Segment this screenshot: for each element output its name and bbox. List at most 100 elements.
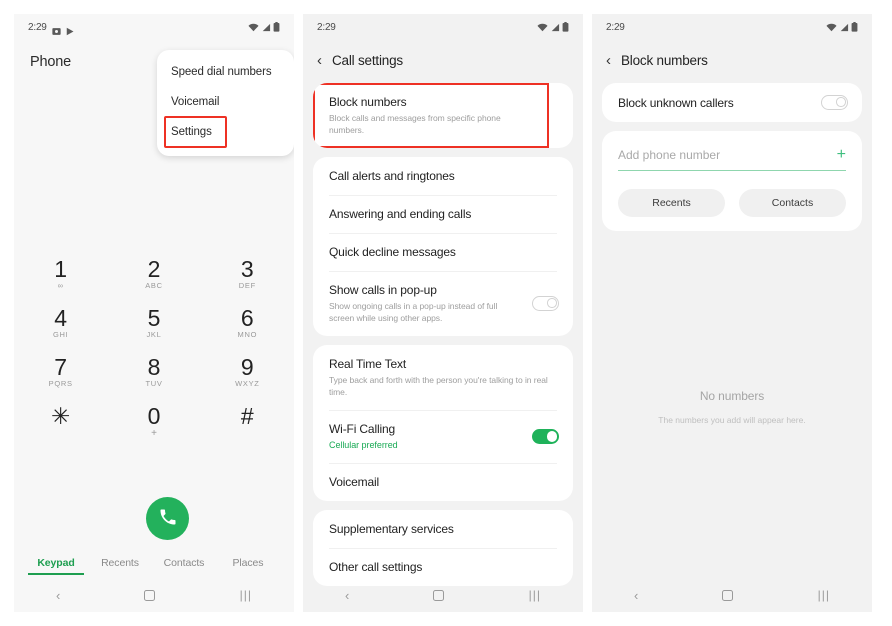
row-title: Voicemail: [329, 475, 380, 489]
status-bar-left: 2:29: [606, 22, 625, 33]
dialpad-key-6[interactable]: 6 MNO: [201, 301, 294, 344]
row-title: Block unknown callers: [618, 95, 734, 110]
back-arrow-icon[interactable]: ‹: [317, 53, 322, 68]
key-digit: 7: [54, 354, 68, 380]
row-text: Block unknown callers: [618, 96, 813, 110]
row-block-unknown-callers[interactable]: Block unknown callers: [602, 83, 862, 122]
row-wifi-calling[interactable]: Wi-Fi Calling Cellular preferred: [313, 410, 573, 463]
nav-home-button[interactable]: [144, 589, 156, 601]
row-show-calls-in-popup[interactable]: Show calls in pop-up Show ongoing calls …: [313, 271, 573, 336]
row-call-alerts-and-ringtones[interactable]: Call alerts and ringtones: [313, 157, 573, 195]
dialpad-key-7[interactable]: 7 PQRS: [14, 350, 107, 393]
status-bar-right: [826, 22, 858, 32]
row-voicemail[interactable]: Voicemail: [313, 463, 573, 501]
menu-item-settings[interactable]: Settings: [164, 116, 227, 148]
row-subtitle: Show ongoing calls in a pop-up instead o…: [329, 301, 498, 323]
dialpad-key-5[interactable]: 5 JKL: [107, 301, 200, 344]
add-phone-number-input[interactable]: [618, 148, 829, 162]
back-arrow-icon[interactable]: ‹: [606, 53, 611, 68]
contacts-pill-button[interactable]: Contacts: [739, 189, 846, 217]
add-number-field: +: [618, 147, 846, 171]
row-title: Supplementary services: [329, 522, 454, 536]
dialpad-key-9[interactable]: 9 WXYZ: [201, 350, 294, 393]
row-answering-and-ending-calls[interactable]: Answering and ending calls: [313, 195, 573, 233]
dialpad-key-hash[interactable]: #: [201, 399, 294, 442]
status-clock: 2:29: [317, 21, 336, 33]
screenshot-icon: [52, 23, 61, 35]
row-text: Quick decline messages: [329, 245, 559, 259]
plus-icon[interactable]: +: [837, 147, 846, 163]
battery-icon: [562, 22, 569, 32]
wifi-icon: [537, 23, 548, 32]
nav-back-button[interactable]: ‹: [345, 589, 349, 602]
row-title: Show calls in pop-up: [329, 283, 437, 297]
settings-group-block: Block numbers Block calls and messages f…: [313, 83, 573, 148]
block-unknown-card: Block unknown callers: [602, 83, 862, 122]
dialpad-key-0[interactable]: 0 +: [107, 399, 200, 442]
overflow-menu: Speed dial numbers Voicemail Settings: [157, 50, 294, 156]
row-block-numbers[interactable]: Block numbers Block calls and messages f…: [313, 83, 549, 148]
row-text: Show calls in pop-up Show ongoing calls …: [329, 283, 524, 324]
nav-recents-button[interactable]: |||: [240, 589, 252, 601]
menu-item-speed-dial[interactable]: Speed dial numbers: [157, 57, 294, 87]
status-bar-right: [248, 22, 280, 32]
row-title: Answering and ending calls: [329, 207, 472, 221]
tab-contacts[interactable]: Contacts: [152, 557, 216, 573]
key-subtext: JKL: [146, 330, 162, 339]
toggle-show-calls-in-popup[interactable]: [532, 296, 559, 311]
row-quick-decline-messages[interactable]: Quick decline messages: [313, 233, 573, 271]
key-subtext: TUV: [145, 379, 163, 388]
row-title: Call alerts and ringtones: [329, 169, 455, 183]
menu-item-voicemail[interactable]: Voicemail: [157, 87, 294, 117]
key-subtext: [14, 428, 107, 438]
tab-keypad[interactable]: Keypad: [28, 557, 84, 575]
key-subtext: GHI: [52, 330, 69, 339]
system-nav-bar: ‹ |||: [303, 578, 583, 612]
call-button[interactable]: [146, 497, 189, 540]
dialpad-key-3[interactable]: 3 DEF: [201, 252, 294, 295]
key-subtext: DEF: [238, 281, 256, 290]
status-bar: 2:29: [303, 14, 583, 40]
signal-icon: [261, 23, 271, 32]
dialpad-key-2[interactable]: 2 ABC: [107, 252, 200, 295]
toggle-wifi-calling[interactable]: [532, 429, 559, 444]
dialpad-key-star[interactable]: ✳: [14, 399, 107, 442]
nav-back-button[interactable]: ‹: [56, 589, 60, 602]
toggle-block-unknown-callers[interactable]: [821, 95, 848, 110]
row-supplementary-services[interactable]: Supplementary services: [313, 510, 573, 548]
dialpad-key-1[interactable]: 1 ∞: [14, 252, 107, 295]
key-digit: ✳: [51, 403, 71, 429]
nav-home-button[interactable]: [722, 589, 734, 601]
dialpad-key-4[interactable]: 4 GHI: [14, 301, 107, 344]
nav-recents-button[interactable]: |||: [818, 589, 830, 601]
nav-back-button[interactable]: ‹: [634, 589, 638, 602]
key-digit: 6: [240, 305, 254, 331]
tab-places[interactable]: Places: [216, 557, 280, 573]
row-title: Real Time Text: [329, 357, 407, 371]
status-bar-left: 2:29: [317, 22, 336, 33]
row-title: Block numbers: [329, 95, 407, 109]
page-title: Call settings: [332, 53, 403, 68]
tab-recents[interactable]: Recents: [88, 557, 152, 573]
recents-pill-button[interactable]: Recents: [618, 189, 725, 217]
row-text: Block numbers Block calls and messages f…: [329, 95, 535, 136]
nav-home-button[interactable]: [433, 589, 445, 601]
dialpad-key-8[interactable]: 8 TUV: [107, 350, 200, 393]
key-digit: 2: [147, 256, 161, 282]
battery-icon: [851, 22, 858, 32]
empty-state-subtitle: The numbers you add will appear here.: [658, 415, 806, 425]
system-nav-bar: ‹ |||: [14, 578, 294, 612]
key-digit: 3: [240, 256, 254, 282]
empty-state-title: No numbers: [699, 389, 765, 403]
block-numbers-panel: 2:29 ‹ Block numbers Block unknown calle…: [592, 14, 872, 612]
row-text: Real Time Text Type back and forth with …: [329, 357, 559, 398]
row-subtitle: Cellular preferred: [329, 440, 398, 450]
wifi-icon: [248, 23, 259, 32]
nav-recents-button[interactable]: |||: [529, 589, 541, 601]
row-real-time-text[interactable]: Real Time Text Type back and forth with …: [313, 345, 573, 410]
key-digit: 0: [147, 403, 161, 429]
status-bar-left: 2:29: [28, 22, 75, 35]
row-text: Voicemail: [329, 475, 559, 489]
key-digit: 5: [147, 305, 161, 331]
call-icon: [158, 507, 178, 530]
